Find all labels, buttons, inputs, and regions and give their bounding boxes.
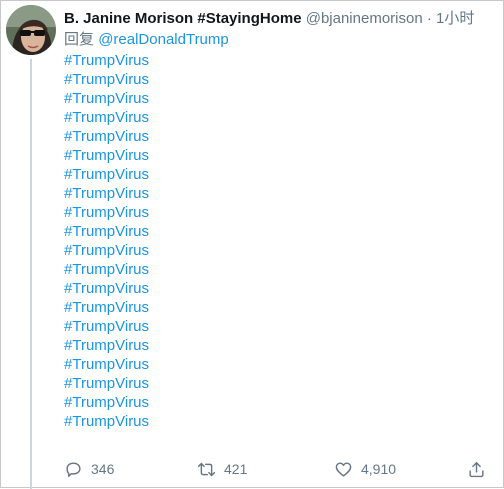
tweet-card[interactable]: B. Janine Morison #StayingHome @bjaninem…	[0, 0, 504, 489]
hashtag-link[interactable]: #TrumpVirus	[64, 336, 499, 355]
tweet-content: B. Janine Morison #StayingHome @bjaninem…	[64, 8, 499, 431]
hashtag-link[interactable]: #TrumpVirus	[64, 374, 499, 393]
hashtag-link[interactable]: #TrumpVirus	[64, 241, 499, 260]
replying-to: 回复 @realDonaldTrump	[64, 31, 499, 49]
hashtag-link[interactable]: #TrumpVirus	[64, 317, 499, 336]
hashtag-link[interactable]: #TrumpVirus	[64, 298, 499, 317]
hashtag-link[interactable]: #TrumpVirus	[64, 51, 499, 70]
hashtag-link[interactable]: #TrumpVirus	[64, 203, 499, 222]
tweet-timestamp[interactable]: 1小时	[436, 10, 474, 27]
thread-connector-line	[30, 59, 32, 489]
hashtag-link[interactable]: #TrumpVirus	[64, 260, 499, 279]
reply-label: 回复	[64, 31, 95, 48]
hashtag-link[interactable]: #TrumpVirus	[64, 412, 499, 431]
avatar[interactable]	[6, 5, 56, 55]
share-icon	[469, 461, 484, 477]
reply-count: 346	[91, 461, 115, 477]
hashtag-link[interactable]: #TrumpVirus	[64, 127, 499, 146]
hashtag-link[interactable]: #TrumpVirus	[64, 108, 499, 127]
tweet-actions: 346 421 4,910	[64, 458, 494, 480]
hashtag-link[interactable]: #TrumpVirus	[64, 165, 499, 184]
like-count: 4,910	[361, 461, 397, 477]
reply-icon	[66, 461, 81, 477]
display-name[interactable]: B. Janine Morison #StayingHome	[64, 10, 302, 27]
tweet-body: #TrumpVirus #TrumpVirus #TrumpVirus #Tru…	[64, 51, 499, 431]
hashtag-link[interactable]: #TrumpVirus	[64, 393, 499, 412]
hashtag-link[interactable]: #TrumpVirus	[64, 89, 499, 108]
hashtag-link[interactable]: #TrumpVirus	[64, 279, 499, 298]
hashtag-link[interactable]: #TrumpVirus	[64, 222, 499, 241]
hashtag-link[interactable]: #TrumpVirus	[64, 146, 499, 165]
hashtag-link[interactable]: #TrumpVirus	[64, 70, 499, 89]
retweet-button[interactable]: 421	[197, 458, 247, 480]
user-handle[interactable]: @bjaninemorison	[306, 10, 423, 27]
like-button[interactable]: 4,910	[334, 458, 396, 480]
heart-icon	[335, 461, 352, 477]
avatar-image	[6, 5, 56, 55]
reply-mention-link[interactable]: @realDonaldTrump	[98, 31, 229, 48]
share-button[interactable]	[467, 458, 486, 480]
hashtag-link[interactable]: #TrumpVirus	[64, 355, 499, 374]
hashtag-link[interactable]: #TrumpVirus	[64, 184, 499, 203]
reply-button[interactable]: 346	[64, 458, 114, 480]
retweet-count: 421	[224, 461, 248, 477]
retweet-icon	[197, 462, 216, 476]
tweet-header: B. Janine Morison #StayingHome @bjaninem…	[64, 8, 499, 30]
header-separator: ·	[426, 10, 432, 27]
